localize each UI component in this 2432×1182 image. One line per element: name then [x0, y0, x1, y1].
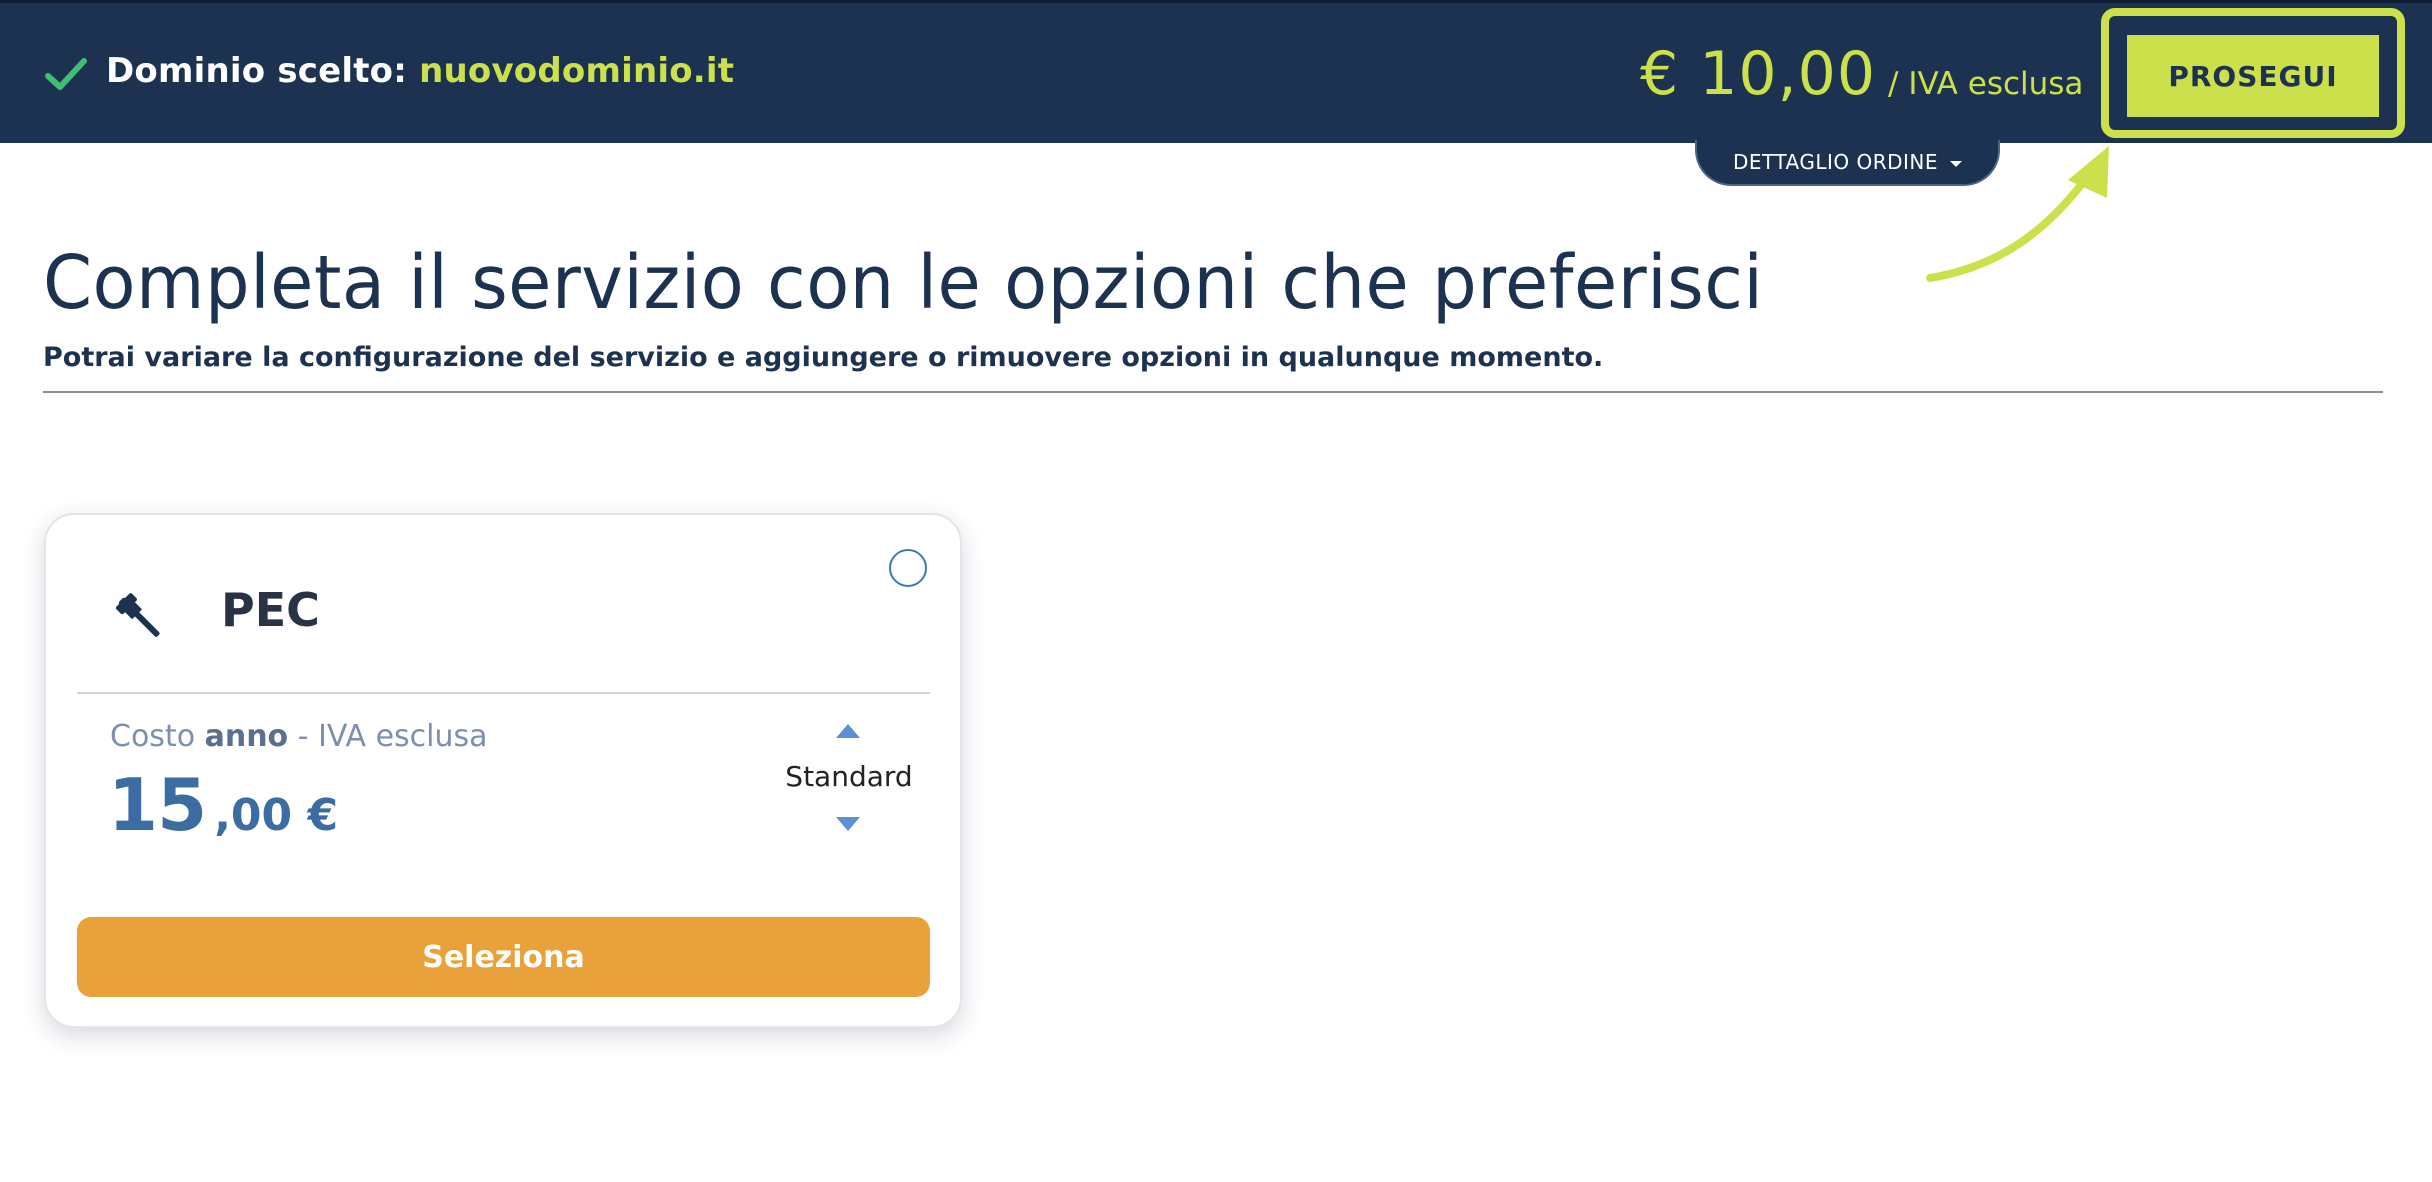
plan-up-arrow-icon[interactable]: [836, 724, 860, 738]
service-price: 15,00 €: [108, 763, 338, 847]
service-card-pec: PEC Costo anno - IVA esclusa 15,00 € Sta…: [44, 513, 962, 1028]
order-total-price: € 10,00: [1640, 39, 1877, 109]
order-total-vat-note: / IVA esclusa: [1888, 66, 2084, 102]
cost-label-suffix: - IVA esclusa: [288, 719, 488, 754]
cost-label-period: anno: [204, 719, 289, 754]
service-price-decimal: ,00 €: [214, 790, 339, 841]
gavel-icon: [115, 593, 160, 637]
cost-label-prefix: Costo: [110, 719, 205, 754]
page-title: Completa il servizio con le opzioni che …: [43, 240, 1764, 326]
cost-label: Costo anno - IVA esclusa: [110, 719, 488, 754]
plan-down-arrow-icon[interactable]: [836, 817, 860, 831]
header-bar: Dominio scelto: nuovodominio.it € 10,00 /…: [0, 0, 2432, 143]
card-divider: [77, 692, 930, 694]
service-title: PEC: [221, 583, 320, 637]
check-icon: [45, 58, 87, 90]
chosen-domain: Dominio scelto: nuovodominio.it: [106, 51, 734, 91]
select-button[interactable]: Seleziona: [77, 917, 930, 997]
order-detail-label: DETTAGLIO ORDINE: [1732, 150, 1939, 174]
annotation-arrow-icon: [1926, 146, 2109, 282]
page: Dominio scelto: nuovodominio.it € 10,00 /…: [0, 0, 2432, 1182]
divider: [43, 391, 2383, 393]
page-subtitle: Potrai variare la configurazione del ser…: [43, 342, 1604, 373]
plan-value: Standard: [785, 760, 913, 793]
chosen-domain-value: nuovodominio.it: [419, 51, 735, 91]
chosen-domain-label: Dominio scelto:: [106, 51, 420, 91]
service-price-integer: 15: [108, 763, 207, 847]
continue-button[interactable]: PROSEGUI: [2124, 32, 2382, 120]
select-radio[interactable]: [889, 549, 927, 587]
order-total: € 10,00 / IVA esclusa: [1640, 39, 2083, 119]
